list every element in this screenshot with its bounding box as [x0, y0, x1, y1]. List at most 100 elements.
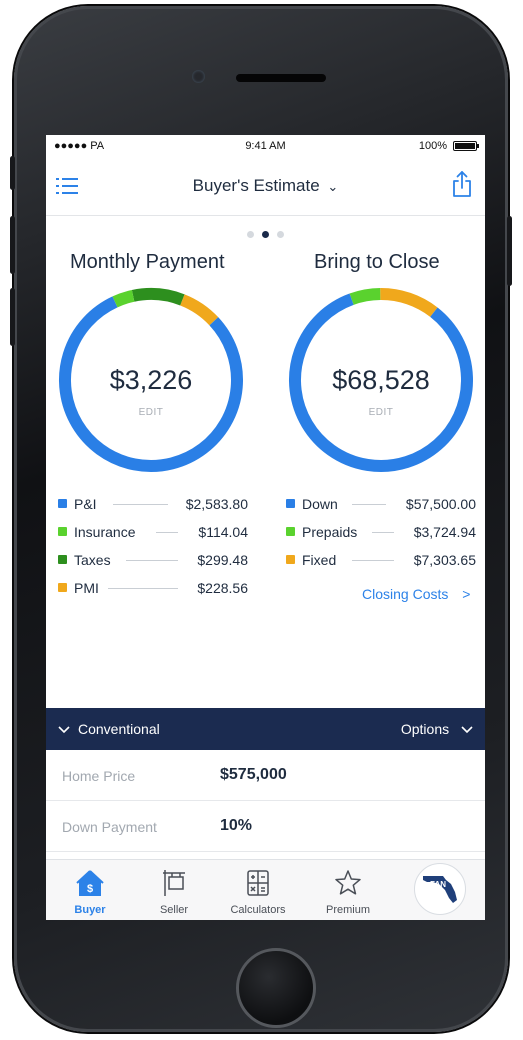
legend-swatch [286, 555, 295, 564]
page-dot[interactable] [247, 231, 254, 238]
leader-line [352, 504, 386, 505]
fan-badge-text: FAN [430, 880, 446, 889]
donut-segment-insurance[interactable] [112, 290, 135, 308]
tab-premium[interactable]: Premium [308, 860, 388, 920]
silent-switch [10, 156, 15, 190]
tab-label: Buyer [74, 904, 106, 916]
chevron-down-icon [461, 726, 473, 734]
page-title: Buyer's Estimate [192, 176, 320, 195]
fan-badge-button[interactable]: FAN [414, 863, 466, 915]
tab-calculators[interactable]: Calculators [218, 860, 298, 920]
house-icon: $ [76, 870, 104, 896]
legend-value: $3,724.94 [413, 524, 476, 540]
down-payment-value[interactable]: 10% [220, 817, 252, 835]
donut-segment-pmi[interactable] [180, 294, 219, 326]
legend-row-prepaids[interactable]: Prepaids $3,724.94 [286, 524, 476, 552]
sign-icon [163, 870, 185, 896]
donut-segment-fixed[interactable] [380, 288, 438, 318]
earpiece-speaker [236, 74, 326, 82]
legend-value: $299.48 [197, 552, 248, 568]
volume-down-button [10, 288, 15, 346]
monthly-payment-edit-button[interactable]: EDIT [56, 407, 246, 418]
tab-label: Premium [325, 904, 370, 916]
page-dot-active[interactable] [262, 231, 269, 238]
legend-label: Fixed [302, 552, 337, 568]
legend-row-taxes[interactable]: Taxes $299.48 [58, 552, 248, 580]
legend-swatch [58, 555, 67, 564]
estimate-title-dropdown[interactable]: Buyer's Estimate ⌄ [46, 176, 485, 196]
legend-label: Down [302, 496, 338, 512]
donut-segment-prepaids[interactable] [349, 288, 381, 305]
bring-to-close-title: Bring to Close [314, 251, 440, 273]
bring-to-close-legend: Down $57,500.00 Prepaids $3,724.94 Fixed… [286, 496, 476, 580]
loan-type-bar: Conventional Options [46, 708, 485, 750]
tab-buyer[interactable]: $ Buyer [50, 860, 130, 920]
page-dot[interactable] [277, 231, 284, 238]
home-price-value[interactable]: $575,000 [220, 766, 287, 784]
home-price-row[interactable]: Home Price $575,000 [46, 750, 485, 801]
legend-row-insurance[interactable]: Insurance $114.04 [58, 524, 248, 552]
florida-logo-icon: FAN [423, 876, 457, 903]
legend-value: $7,303.65 [413, 552, 476, 568]
status-bar: ●●●●● PA 9:41 AM 100% [46, 135, 485, 157]
monthly-payment-title: Monthly Payment [70, 251, 225, 273]
legend-swatch [58, 527, 67, 536]
legend-swatch [58, 583, 67, 592]
field-label: Down Payment [62, 819, 157, 835]
leader-line [126, 560, 178, 561]
legend-swatch [286, 527, 295, 536]
calculator-icon [247, 870, 269, 896]
legend-swatch [58, 499, 67, 508]
home-button[interactable] [236, 948, 316, 1028]
loan-type-toggle[interactable]: Conventional [58, 721, 160, 737]
legend-row-down[interactable]: Down $57,500.00 [286, 496, 476, 524]
page-indicator[interactable] [46, 225, 485, 243]
chevron-down-icon [58, 726, 70, 734]
monthly-payment-amount: $3,226 [109, 365, 193, 395]
legend-row-pmi[interactable]: PMI $228.56 [58, 580, 248, 608]
tab-label: Calculators [230, 904, 286, 916]
app-screen: ●●●●● PA 9:41 AM 100% Buyer's Estimate ⌄ [46, 135, 485, 920]
loan-type-label: Conventional [78, 721, 160, 737]
power-button [507, 216, 512, 286]
legend-row-pi[interactable]: P&I $2,583.80 [58, 496, 248, 524]
down-payment-row[interactable]: Down Payment 10% [46, 801, 485, 852]
bring-to-close-edit-button[interactable]: EDIT [286, 407, 476, 418]
legend-label: Insurance [74, 524, 136, 540]
leader-line [108, 588, 178, 589]
battery-icon [453, 141, 479, 151]
field-label: Home Price [62, 768, 136, 784]
legend-label: Prepaids [302, 524, 358, 540]
battery-percent: 100% [418, 140, 447, 152]
legend-row-fixed[interactable]: Fixed $7,303.65 [286, 552, 476, 580]
share-icon[interactable] [451, 170, 473, 198]
star-icon [335, 870, 361, 895]
options-dropdown[interactable]: Options [401, 721, 473, 737]
legend-label: Taxes [74, 552, 111, 568]
leader-line [352, 560, 394, 561]
legend-label: P&I [74, 496, 97, 512]
chevron-right-icon: > [462, 586, 471, 602]
tab-label: Seller [159, 904, 189, 916]
volume-up-button [10, 216, 15, 274]
nav-bar: Buyer's Estimate ⌄ [46, 157, 485, 216]
monthly-payment-legend: P&I $2,583.80 Insurance $114.04 Taxes $2… [58, 496, 248, 608]
tab-seller[interactable]: Seller [134, 860, 214, 920]
donut-segment-taxes[interactable] [131, 288, 185, 306]
leader-line [113, 504, 168, 505]
bring-to-close-amount: $68,528 [332, 365, 430, 395]
legend-value: $228.56 [197, 580, 248, 596]
closing-costs-link[interactable]: Closing Costs > [362, 586, 470, 602]
leader-line [156, 532, 178, 533]
closing-costs-label: Closing Costs [362, 586, 449, 602]
front-camera [192, 70, 205, 83]
legend-value: $57,500.00 [405, 496, 476, 512]
legend-swatch [286, 499, 295, 508]
svg-text:$: $ [87, 883, 93, 895]
legend-label: PMI [74, 580, 99, 596]
legend-value: $2,583.80 [185, 496, 248, 512]
legend-value: $114.04 [198, 524, 248, 540]
leader-line [372, 532, 394, 533]
chevron-down-icon: ⌄ [327, 179, 339, 194]
options-label: Options [400, 721, 450, 737]
